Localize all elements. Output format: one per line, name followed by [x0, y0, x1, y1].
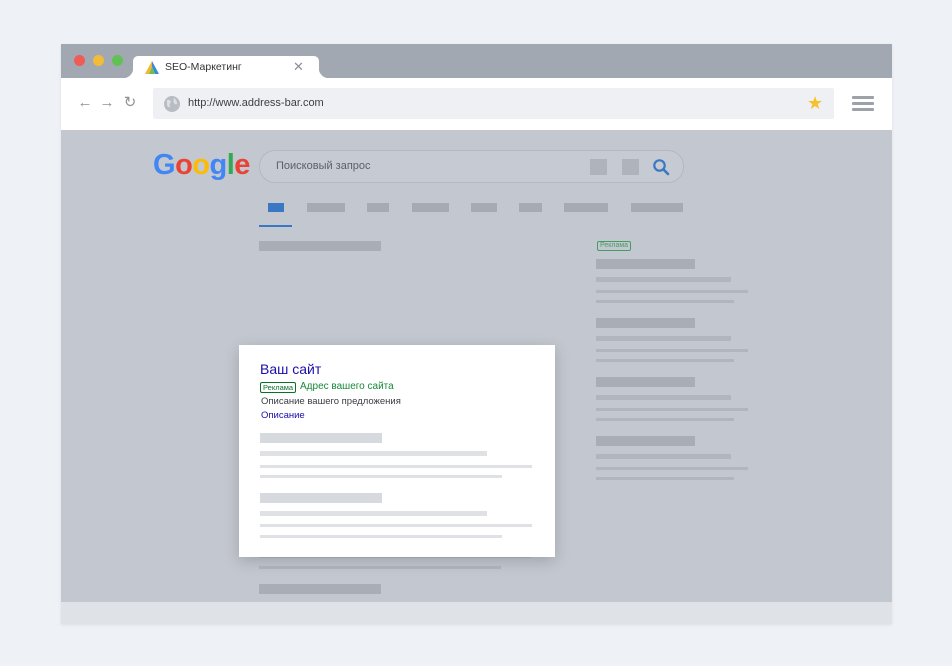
side-ad-text-placeholder	[596, 290, 748, 293]
result-text-placeholder	[260, 535, 502, 538]
result-text-placeholder	[259, 566, 501, 569]
ad-title-link[interactable]: Ваш сайт	[260, 361, 321, 377]
forward-arrow-icon[interactable]: →	[99, 95, 115, 111]
browser-toolbar: ← → ↻ http://www.address-bar.com ★	[61, 78, 892, 130]
side-ad-text-placeholder	[596, 418, 734, 421]
tab-placeholder[interactable]	[519, 203, 542, 212]
tab-placeholder[interactable]	[471, 203, 497, 212]
result-text-placeholder	[260, 524, 532, 527]
side-ad-title-placeholder	[596, 377, 695, 387]
side-ad-title-placeholder	[596, 436, 695, 446]
search-icon[interactable]	[652, 158, 670, 176]
keyboard-icon[interactable]	[590, 159, 607, 175]
page-content: Google Поисковый запрос Реклама Ваш сайт…	[61, 130, 892, 618]
browser-tab[interactable]: SEO-Маркетинг ✕	[123, 56, 329, 78]
tab-placeholder[interactable]	[412, 203, 449, 212]
active-tab-indicator	[259, 225, 292, 227]
logo-letter: o	[192, 149, 210, 181]
bookmark-star-icon[interactable]: ★	[807, 93, 823, 113]
ad-url-link[interactable]: Адрес вашего сайта	[300, 381, 394, 392]
side-ad-text-placeholder	[596, 477, 734, 480]
result-title-placeholder	[259, 584, 381, 594]
maximize-window-button[interactable]	[112, 55, 123, 66]
tab-placeholder[interactable]	[564, 203, 608, 212]
logo-letter: G	[153, 149, 176, 181]
result-title-placeholder	[260, 433, 382, 443]
result-title-placeholder	[259, 241, 381, 251]
tab-placeholder[interactable]	[307, 203, 345, 212]
result-title-placeholder	[260, 493, 382, 503]
side-ad-text-placeholder	[596, 277, 731, 282]
url-text: http://www.address-bar.com	[188, 97, 324, 109]
logo-letter: o	[175, 149, 193, 181]
result-text-placeholder	[260, 465, 532, 468]
side-ad-text-placeholder	[596, 336, 731, 341]
result-text-placeholder	[260, 475, 502, 478]
side-ad-title-placeholder	[596, 259, 695, 269]
status-bar	[61, 602, 892, 624]
tab-placeholder[interactable]	[631, 203, 683, 212]
ad-sitelink[interactable]: Описание	[261, 410, 305, 421]
microphone-icon[interactable]	[622, 159, 639, 175]
reload-icon[interactable]: ↻	[122, 95, 138, 111]
ad-description: Описание вашего предложения	[261, 396, 401, 407]
side-ad-text-placeholder	[596, 408, 748, 411]
side-ad-title-placeholder	[596, 318, 695, 328]
side-ad-text-placeholder	[596, 395, 731, 400]
tab-all[interactable]	[268, 203, 284, 212]
ad-result-card: Ваш сайт Реклама Адрес вашего сайта Опис…	[239, 345, 555, 557]
browser-window: SEO-Маркетинг ✕ ← → ↻ http://www.address…	[61, 44, 892, 624]
site-logo-icon	[145, 61, 159, 74]
tab-placeholder[interactable]	[367, 203, 389, 212]
tab-close-icon[interactable]: ✕	[293, 59, 304, 75]
search-input[interactable]: Поисковый запрос	[259, 150, 684, 183]
title-bar: SEO-Маркетинг ✕	[61, 44, 892, 78]
menu-icon[interactable]	[852, 96, 874, 112]
minimize-window-button[interactable]	[93, 55, 104, 66]
back-arrow-icon[interactable]: ←	[77, 95, 93, 111]
tab-title: SEO-Маркетинг	[165, 61, 242, 73]
globe-icon	[164, 96, 180, 112]
side-ad-text-placeholder	[596, 359, 734, 362]
side-ad-text-placeholder	[596, 467, 748, 470]
address-bar[interactable]: http://www.address-bar.com ★	[153, 88, 834, 119]
result-url-placeholder	[260, 451, 487, 456]
side-ad-text-placeholder	[596, 454, 731, 459]
google-logo: Google	[153, 148, 250, 182]
side-ad-label: Реклама	[597, 241, 632, 251]
close-window-button[interactable]	[74, 55, 85, 66]
logo-letter: e	[234, 149, 250, 181]
side-ad-text-placeholder	[596, 300, 734, 303]
search-placeholder: Поисковый запрос	[276, 160, 371, 172]
result-url-placeholder	[260, 511, 487, 516]
logo-letter: g	[209, 149, 228, 181]
ad-badge: Реклама	[260, 382, 297, 393]
side-ad-text-placeholder	[596, 349, 748, 352]
